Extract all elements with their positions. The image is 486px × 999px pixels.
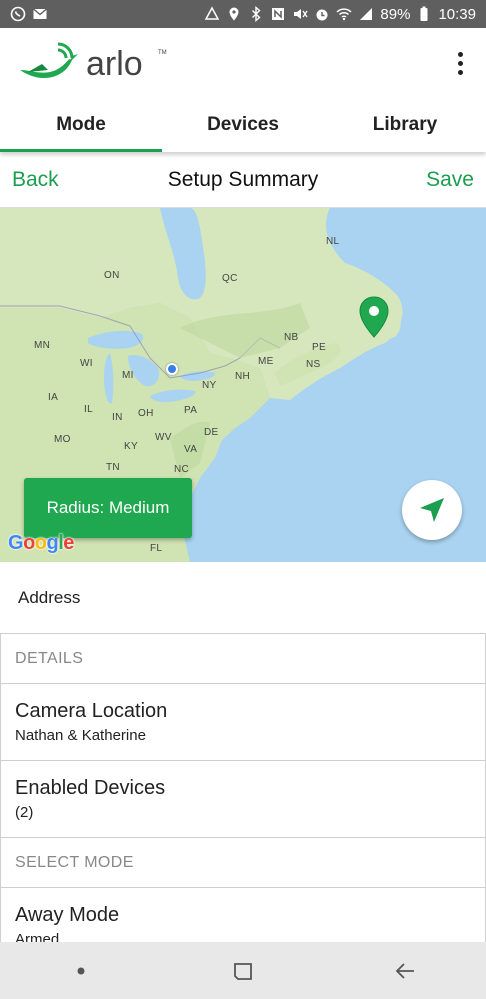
battery-icon: [416, 6, 432, 22]
page-title: Setup Summary: [167, 167, 319, 191]
tab-library[interactable]: Library: [324, 98, 486, 152]
map-label: IN: [112, 412, 123, 423]
map-label: FL: [150, 543, 163, 554]
map-label: TN: [106, 462, 120, 473]
data-saver-icon: [204, 6, 220, 22]
nfc-icon: [270, 6, 286, 22]
address-row[interactable]: Address: [0, 562, 486, 634]
location-pin-icon[interactable]: [358, 296, 390, 338]
radius-button[interactable]: Radius: Medium: [24, 478, 192, 538]
map-label: PE: [312, 342, 326, 353]
location-icon: [226, 6, 242, 22]
logo-trademark: TM: [158, 50, 167, 56]
map-label: ON: [104, 270, 120, 281]
status-right-icons: 89% 10:39: [204, 6, 476, 23]
app-header: arlo TM: [0, 28, 486, 98]
select-mode-section-header: SELECT MODE: [0, 838, 486, 888]
tab-devices[interactable]: Devices: [162, 98, 324, 152]
signal-icon: [358, 6, 374, 22]
current-location-dot: [166, 363, 178, 375]
back-nav-button[interactable]: [375, 951, 435, 991]
recent-apps-button[interactable]: [51, 951, 111, 991]
map-label: OH: [138, 408, 154, 419]
map-label: VA: [184, 444, 198, 455]
status-bar: 89% 10:39: [0, 0, 486, 28]
recent-apps-dot-icon: [77, 967, 85, 974]
enabled-devices-value: (2): [15, 804, 34, 821]
map-label: WI: [80, 358, 93, 369]
main-tabs: Mode Devices Library: [0, 98, 486, 152]
map-label: NB: [284, 332, 299, 343]
camera-location-title: Camera Location: [15, 700, 168, 722]
map-label: MN: [34, 340, 51, 351]
save-button[interactable]: Save: [426, 168, 474, 192]
map-label: NL: [326, 236, 340, 247]
google-logo: Google: [8, 532, 74, 554]
home-button[interactable]: [213, 951, 273, 991]
alarm-icon: [314, 6, 330, 22]
location-map[interactable]: ON QC NL MN WI MI NB PE ME NS NY NH IA I…: [0, 208, 486, 562]
details-section-header: DETAILS: [0, 634, 486, 684]
battery-percent: 89%: [380, 5, 411, 23]
mail-icon: [32, 6, 48, 22]
enabled-devices-title: Enabled Devices: [15, 777, 166, 799]
overflow-menu-icon[interactable]: [448, 48, 472, 78]
map-label: NS: [306, 359, 321, 370]
map-label: QC: [222, 273, 238, 284]
summary-list: Address DETAILS Camera Location Nathan &…: [0, 562, 486, 965]
back-arrow-icon: [395, 962, 414, 979]
map-label: PA: [184, 405, 198, 416]
map-label: IA: [48, 392, 59, 403]
map-label: WV: [155, 432, 172, 443]
map-label: NY: [202, 380, 217, 391]
mute-icon: [292, 6, 308, 22]
map-label: MO: [54, 434, 71, 445]
camera-location-value: Nathan & Katherine: [15, 727, 146, 744]
map-label: NH: [235, 371, 251, 382]
setup-toolbar: Back Setup Summary Save: [0, 152, 486, 208]
bluetooth-icon: [248, 6, 264, 22]
logo-text: arlo: [86, 45, 143, 83]
address-label: Address: [18, 587, 81, 607]
away-mode-title: Away Mode: [15, 904, 120, 926]
map-label: ME: [258, 356, 274, 367]
camera-location-item[interactable]: Camera Location Nathan & Katherine: [0, 684, 486, 761]
clock: 10:39: [438, 5, 476, 23]
back-button[interactable]: Back: [12, 168, 59, 192]
map-label: MI: [122, 370, 134, 381]
locate-me-button[interactable]: [402, 480, 462, 540]
map-label: IL: [84, 404, 93, 415]
map-label: NC: [174, 464, 190, 475]
map-label: KY: [124, 441, 138, 452]
whatsapp-icon: [10, 6, 26, 22]
tab-mode[interactable]: Mode: [0, 98, 162, 152]
enabled-devices-item[interactable]: Enabled Devices (2): [0, 761, 486, 838]
arlo-logo: arlo TM: [20, 42, 167, 83]
home-square-icon: [234, 962, 252, 980]
status-left-icons: [10, 6, 48, 22]
map-label: DE: [204, 427, 219, 438]
wifi-icon: [336, 6, 352, 22]
navigation-arrow-icon: [420, 498, 444, 522]
system-nav-bar: [0, 942, 486, 999]
